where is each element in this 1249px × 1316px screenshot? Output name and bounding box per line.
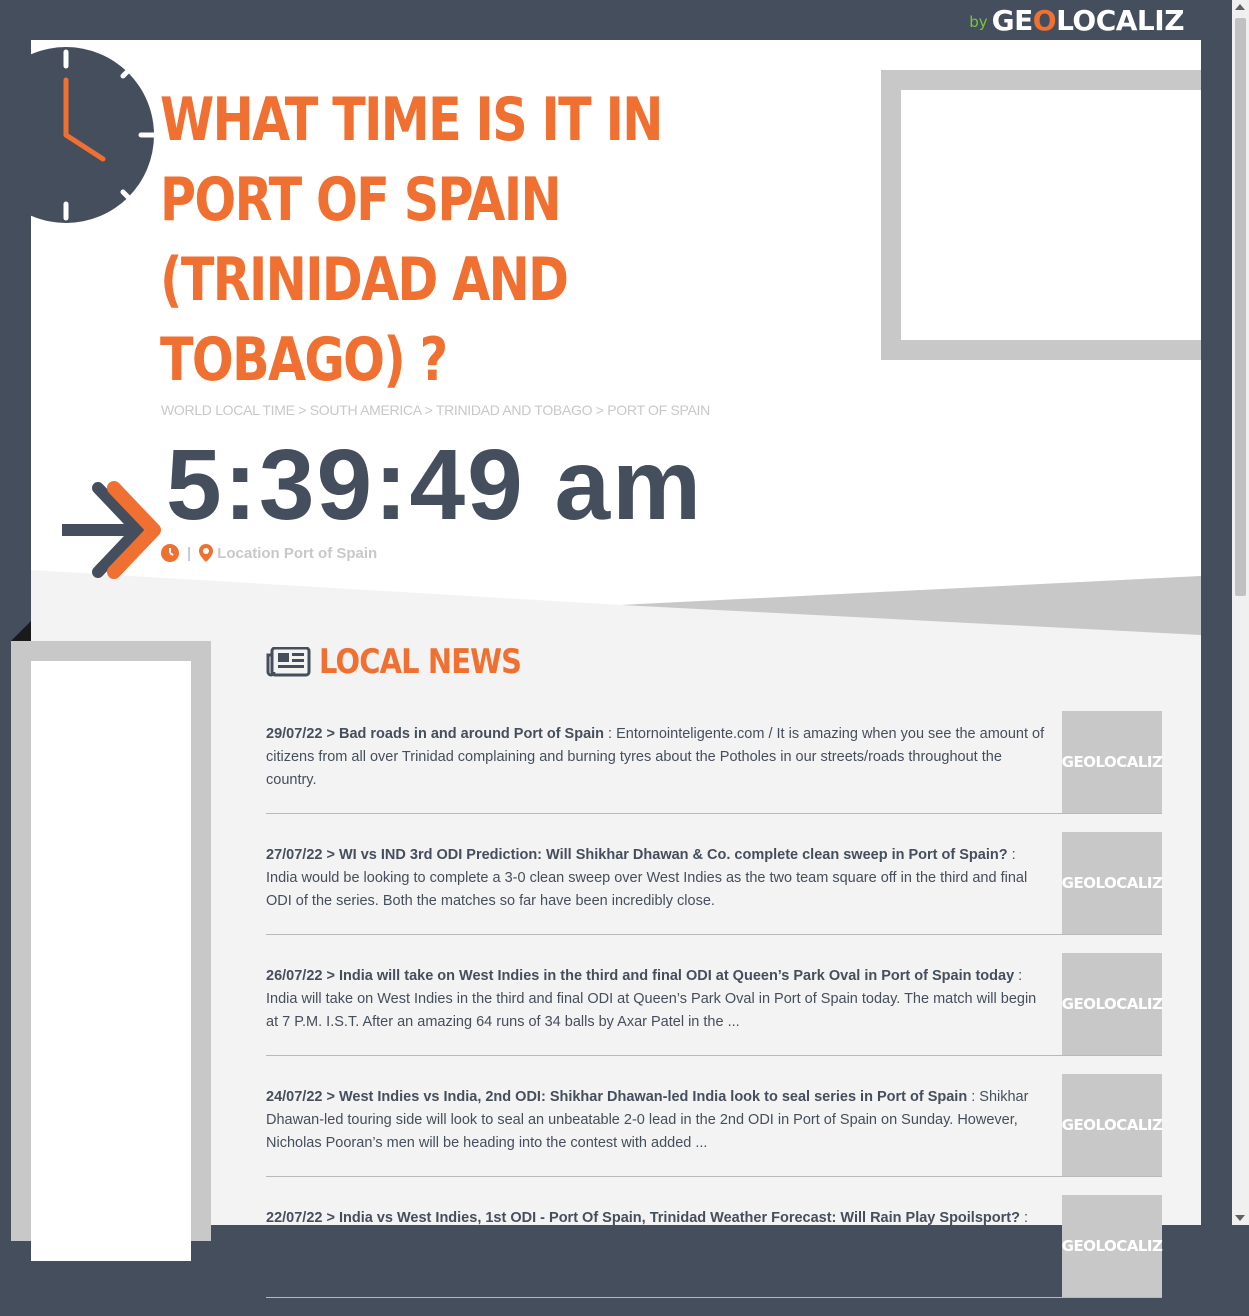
page-title: WHAT TIME IS IT IN PORT OF SPAIN (TRINID… — [160, 85, 663, 395]
news-summary: India will take on West Indies in the th… — [266, 991, 1037, 1030]
brand-by: by — [969, 13, 988, 31]
news-summary: Rains are — [266, 1233, 329, 1249]
news-headline[interactable]: 22/07/22 > India vs West Indies, 1st ODI… — [266, 1210, 1020, 1226]
news-headline[interactable]: 26/07/22 > India will take on West Indie… — [266, 968, 1014, 984]
breadcrumb-world-local-time[interactable]: WORLD LOCAL TIME — [161, 402, 295, 418]
ad-slot-right — [881, 70, 1201, 360]
ad-slot-left — [11, 641, 211, 1261]
breadcrumb: WORLD LOCAL TIME > SOUTH AMERICA > TRINI… — [161, 402, 710, 418]
scroll-down-arrow-icon[interactable] — [1235, 1215, 1245, 1221]
breadcrumb-port-of-spain[interactable]: PORT OF SPAIN — [607, 402, 710, 418]
breadcrumb-south-america[interactable]: SOUTH AMERICA — [310, 402, 422, 418]
clock-icon — [31, 40, 161, 230]
news-item[interactable]: 29/07/22 > Bad roads in and around Port … — [266, 711, 1163, 814]
news-item[interactable]: 26/07/22 > India will take on West Indie… — [266, 953, 1163, 1056]
news-thumbnail[interactable]: GEOLOCALIZ — [1062, 953, 1163, 1055]
news-item[interactable]: 22/07/22 > India vs West Indies, 1st ODI… — [266, 1195, 1163, 1298]
arrow-right-icon — [62, 481, 161, 579]
breadcrumb-trinidad-and-tobago[interactable]: TRINIDAD AND TOBAGO — [436, 402, 593, 418]
news-thumbnail[interactable]: GEOLOCALIZ — [1062, 1074, 1163, 1176]
local-news-heading: LOCAL NEWS — [266, 642, 557, 682]
news-thumbnail[interactable]: GEOLOCALIZ — [1062, 832, 1163, 934]
local-time-display: 5:39:49 am — [166, 429, 703, 541]
clock-small-icon[interactable] — [161, 544, 179, 562]
map-pin-icon[interactable] — [199, 544, 214, 562]
news-headline[interactable]: 29/07/22 > Bad roads in and around Port … — [266, 726, 604, 742]
newspaper-icon — [266, 647, 311, 677]
news-headline[interactable]: 24/07/22 > West Indies vs India, 2nd ODI… — [266, 1089, 967, 1105]
location-link[interactable]: Location Port of Spain — [217, 545, 377, 562]
news-item[interactable]: 24/07/22 > West Indies vs India, 2nd ODI… — [266, 1074, 1163, 1177]
scrollbar[interactable] — [1232, 0, 1249, 1225]
news-thumbnail[interactable]: GEOLOCALIZ — [1062, 711, 1163, 813]
news-list: 29/07/22 > Bad roads in and around Port … — [266, 711, 1163, 1316]
news-item[interactable]: 27/07/22 > WI vs IND 3rd ODI Prediction:… — [266, 832, 1163, 935]
news-summary: India would be looking to complete a 3-0… — [266, 870, 1028, 909]
ad-corner-left — [11, 621, 31, 641]
scroll-thumb[interactable] — [1235, 18, 1246, 596]
time-location-row: | Location Port of Spain — [161, 544, 377, 562]
brand-wordmark: GEOLOCALIZ — [991, 4, 1185, 37]
news-heading-text: LOCAL NEWS — [319, 642, 522, 682]
top-bar: by GEOLOCALIZ — [0, 0, 1232, 40]
scroll-up-arrow-icon[interactable] — [1235, 4, 1245, 10]
section-divider — [31, 560, 1201, 635]
news-thumbnail[interactable]: GEOLOCALIZ — [1062, 1195, 1163, 1297]
brand-logo[interactable]: by GEOLOCALIZ — [969, 4, 1184, 37]
location-separator: | — [187, 544, 192, 562]
news-headline[interactable]: 27/07/22 > WI vs IND 3rd ODI Prediction:… — [266, 847, 1008, 863]
